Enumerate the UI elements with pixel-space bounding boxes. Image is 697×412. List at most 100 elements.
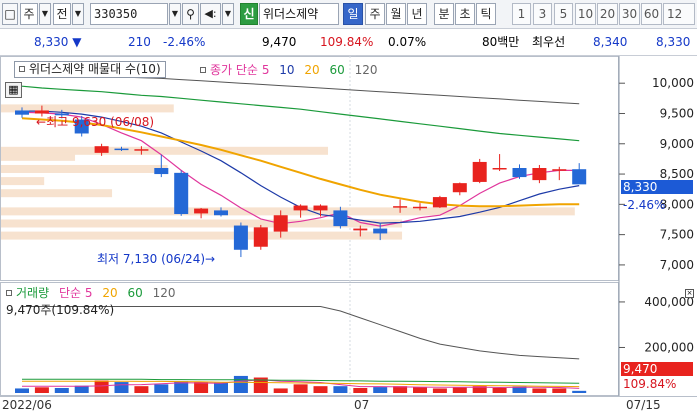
- candle-body[interactable]: [174, 172, 189, 215]
- tab-yearly[interactable]: 년: [407, 3, 427, 25]
- interval-1[interactable]: 1: [512, 3, 531, 25]
- volume-bar[interactable]: [154, 384, 169, 393]
- volume-profile-bar: [1, 164, 168, 173]
- candle-body[interactable]: [532, 168, 547, 181]
- candle-body[interactable]: [452, 183, 467, 193]
- candle-body[interactable]: [154, 168, 169, 175]
- grid-table-icon[interactable]: ▦: [5, 82, 22, 98]
- tab-second[interactable]: 초: [455, 3, 475, 25]
- code-prefix-dropdown-icon[interactable]: ▼: [72, 3, 84, 25]
- candle-body[interactable]: [293, 205, 308, 211]
- volume-ratio: 109.84%: [320, 35, 374, 49]
- interval-120-label: 12: [667, 7, 683, 21]
- volume-bar[interactable]: [373, 387, 388, 393]
- volume-bar[interactable]: [214, 382, 228, 393]
- volume-bar[interactable]: [134, 386, 149, 393]
- interval-30[interactable]: 30: [619, 3, 640, 25]
- high-arrow-icon: ←: [36, 115, 47, 129]
- tab-weekly[interactable]: 주: [365, 3, 385, 25]
- new-listing-badge[interactable]: 신: [240, 3, 258, 25]
- interval-20[interactable]: 20: [597, 3, 618, 25]
- speaker-icon[interactable]: ◀:: [200, 3, 221, 25]
- market-select[interactable]: 주: [20, 3, 38, 25]
- volume-profile-bar: [1, 189, 113, 198]
- low-annotation-text: 최저 7,130 (06/24): [97, 252, 206, 266]
- volume-bar[interactable]: [94, 380, 109, 393]
- volume-bar[interactable]: [353, 387, 368, 393]
- ma-legend[interactable]: 종가 단순 5 10 20 60 120: [200, 63, 378, 77]
- candle-body[interactable]: [572, 169, 587, 185]
- candle-body[interactable]: [333, 210, 348, 227]
- interval-30-label: 30: [621, 7, 638, 21]
- volume-bar[interactable]: [452, 387, 467, 393]
- candle-body[interactable]: [393, 206, 408, 208]
- volume-bar[interactable]: [273, 388, 288, 393]
- candle-body[interactable]: [472, 161, 487, 182]
- volume-bar[interactable]: [313, 386, 328, 393]
- volume-legend[interactable]: 거래량 단순 5 20 60 120: [6, 286, 175, 300]
- interval-10[interactable]: 10: [575, 3, 596, 25]
- tab-tick[interactable]: 틱: [476, 3, 496, 25]
- market-dropdown-icon[interactable]: ▼: [39, 3, 51, 25]
- volume-bar[interactable]: [293, 384, 308, 393]
- price-tick-label: 9,000: [660, 137, 694, 151]
- candle-body[interactable]: [552, 169, 567, 171]
- interval-60-label: 60: [643, 7, 660, 21]
- candle-body[interactable]: [432, 197, 447, 208]
- price-legend-title-text: 위더스제약 매물대 수(10): [29, 62, 161, 76]
- ma-legend-label: 종가 단순: [210, 63, 258, 77]
- code-dropdown-icon[interactable]: ▼: [169, 3, 181, 25]
- market-select-label: 주: [23, 7, 35, 21]
- interval-120[interactable]: 12: [663, 3, 695, 25]
- interval-5[interactable]: 5: [554, 3, 573, 25]
- best-ask: 8,340: [593, 35, 628, 49]
- volume-bar[interactable]: [74, 385, 89, 393]
- tab-minute[interactable]: 분: [434, 3, 454, 25]
- candle-body[interactable]: [94, 146, 109, 153]
- candle-body[interactable]: [353, 228, 368, 231]
- volume-bar[interactable]: [15, 388, 29, 393]
- volume-bar[interactable]: [552, 388, 567, 393]
- candle-body[interactable]: [512, 168, 527, 178]
- candle-body[interactable]: [214, 210, 228, 216]
- volume-bar[interactable]: [333, 386, 348, 393]
- low-annotation: 최저 7,130 (06/24)→: [97, 250, 215, 267]
- interval-3-label: 3: [538, 7, 547, 21]
- tab-daily[interactable]: 일: [343, 3, 363, 25]
- volume-bar[interactable]: [413, 387, 427, 393]
- volume-ma120-label: 120: [152, 286, 176, 300]
- interval-60[interactable]: 60: [641, 3, 662, 25]
- candle-body[interactable]: [413, 206, 427, 209]
- search-icon[interactable]: ⚲: [182, 3, 199, 25]
- volume-bar[interactable]: [572, 390, 587, 393]
- volume-panel-close-icon[interactable]: ×: [685, 289, 694, 298]
- price-legend-title[interactable]: 위더스제약 매물대 수(10): [14, 61, 166, 78]
- candle-body[interactable]: [492, 168, 507, 170]
- candle-body[interactable]: [373, 228, 388, 234]
- candle-body[interactable]: [313, 205, 328, 211]
- candle-body[interactable]: [233, 225, 248, 250]
- candle-body[interactable]: [134, 149, 149, 151]
- interval-3[interactable]: 3: [533, 3, 552, 25]
- current-change-tag: -2.46%: [623, 198, 666, 212]
- volume-bar[interactable]: [432, 388, 447, 393]
- volume-bar[interactable]: [34, 387, 49, 393]
- candle-body[interactable]: [114, 148, 129, 151]
- stock-chart[interactable]: 10,0009,5009,0008,5008,0007,5007,000400,…: [0, 56, 697, 396]
- volume-bar[interactable]: [114, 382, 129, 393]
- speaker-dropdown-icon[interactable]: ▼: [222, 3, 234, 25]
- candle-body[interactable]: [194, 208, 209, 214]
- volume-bar[interactable]: [532, 388, 547, 393]
- window-menu-icon[interactable]: □: [2, 3, 18, 25]
- candle-body[interactable]: [253, 227, 268, 247]
- code-prefix-select[interactable]: 전: [53, 3, 71, 25]
- volume-bar[interactable]: [492, 387, 507, 393]
- stock-name-field: 위더스제약: [259, 3, 339, 25]
- stock-code-input[interactable]: 330350: [90, 3, 168, 25]
- price-tick-label: 9,500: [660, 106, 694, 120]
- volume-bar[interactable]: [233, 375, 248, 393]
- candle-body[interactable]: [273, 215, 288, 232]
- volume-bar[interactable]: [54, 387, 69, 393]
- candle-body[interactable]: [15, 110, 29, 115]
- tab-monthly[interactable]: 월: [386, 3, 406, 25]
